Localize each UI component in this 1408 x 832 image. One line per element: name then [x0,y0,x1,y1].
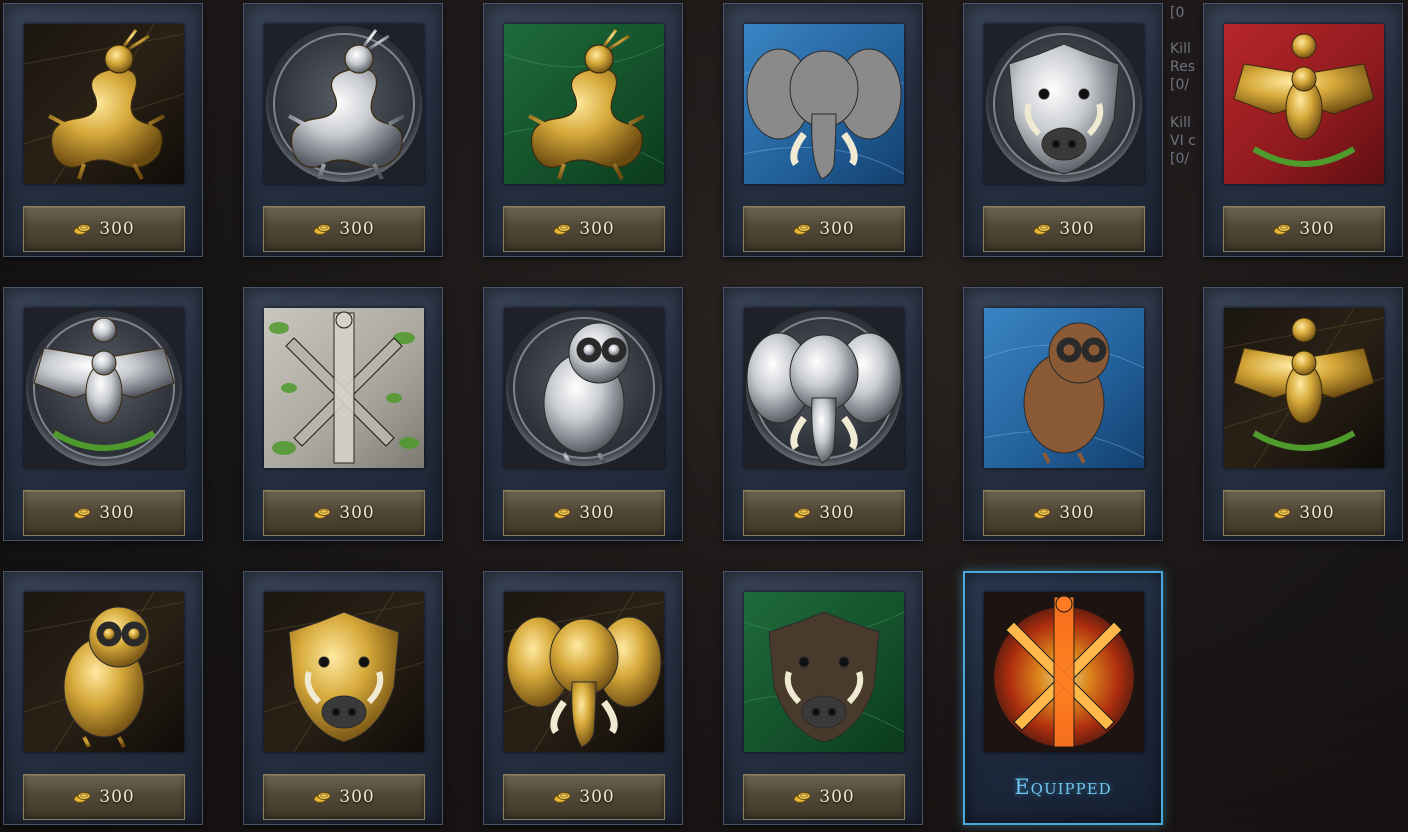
emblem-card-silver-boar[interactable]: 300 [963,3,1163,257]
buy-button[interactable]: 300 [503,206,665,252]
price-label: 300 [819,219,855,239]
silver-elephant-emblem-icon [744,308,904,468]
silver-boar-emblem-icon [984,24,1144,184]
equipped-label: Equipped [1014,775,1112,799]
gold-dragon-emblem-icon [24,24,184,184]
gold-coins-icon [1273,508,1291,519]
gold-coins-icon [73,792,91,803]
gold-coins-icon [313,792,331,803]
gold-coins-icon [1033,224,1051,235]
gold-coins-icon [1273,224,1291,235]
buy-button[interactable]: 300 [263,206,425,252]
price-label: 300 [579,787,615,807]
price-label: 300 [99,219,135,239]
gold-elephant-emblem-icon [504,592,664,752]
price-label: 300 [579,219,615,239]
buy-button[interactable]: 300 [23,206,185,252]
buy-button[interactable]: 300 [503,490,665,536]
emblem-card-elephant-on-sapphire[interactable]: 300 [723,3,923,257]
price-label: 300 [99,503,135,523]
gold-coins-icon [793,792,811,803]
buy-button[interactable]: 300 [983,206,1145,252]
gold-boar-emblem-icon [264,592,424,752]
gold-coins-icon [793,508,811,519]
buy-button[interactable]: 300 [263,490,425,536]
silver-eagle-emblem-icon [24,308,184,468]
emblem-card-stone-swords-in-ivy[interactable]: 300 [243,287,443,541]
elephant-on-sapphire-emblem-icon [744,24,904,184]
emblem-card-silver-owl[interactable]: 300 [483,287,683,541]
buy-button[interactable]: 300 [23,490,185,536]
emblem-grid: 300 300 300 300 300 300 300 300 300 300 … [0,0,1408,832]
buy-button[interactable]: 300 [743,774,905,820]
dragon-on-jade-emblem-icon [504,24,664,184]
buy-button[interactable]: 300 [1223,490,1385,536]
price-label: 300 [339,787,375,807]
gold-coins-icon [73,224,91,235]
gold-coins-icon [553,508,571,519]
buy-button[interactable]: 300 [743,206,905,252]
emblem-card-silver-eagle[interactable]: 300 [3,287,203,541]
buy-button[interactable]: 300 [983,490,1145,536]
price-label: 300 [1059,503,1095,523]
price-label: 300 [339,503,375,523]
price-label: 300 [819,787,855,807]
price-label: 300 [1299,503,1335,523]
emblem-card-gold-eagle-on-crimson[interactable]: 300 [1203,3,1403,257]
gold-coins-icon [553,792,571,803]
boar-on-jade-emblem-icon [744,592,904,752]
emblem-card-gold-owl-on-marble[interactable]: 300 [3,571,203,825]
price-label: 300 [99,787,135,807]
gold-coins-icon [793,224,811,235]
gold-coins-icon [313,224,331,235]
emblem-card-gold-elephant[interactable]: 300 [483,571,683,825]
gold-eagle-on-marble-emblem-icon [1224,308,1384,468]
buy-button[interactable]: 300 [503,774,665,820]
gold-coins-icon [1033,508,1051,519]
emblem-card-gold-dragon[interactable]: 300 [3,3,203,257]
silver-dragon-emblem-icon [264,24,424,184]
gold-owl-on-marble-emblem-icon [24,592,184,752]
price-label: 300 [819,503,855,523]
emblem-card-owl-on-sapphire[interactable]: 300 [963,287,1163,541]
emblem-card-boar-on-jade[interactable]: 300 [723,571,923,825]
emblem-card-gold-boar[interactable]: 300 [243,571,443,825]
flaming-swords-emblem-icon [984,592,1144,752]
stone-swords-in-ivy-emblem-icon [264,308,424,468]
emblem-card-silver-dragon[interactable]: 300 [243,3,443,257]
emblem-card-silver-elephant[interactable]: 300 [723,287,923,541]
emblem-card-dragon-on-jade[interactable]: 300 [483,3,683,257]
silver-owl-emblem-icon [504,308,664,468]
buy-button[interactable]: 300 [23,774,185,820]
emblem-card-gold-eagle-on-marble[interactable]: 300 [1203,287,1403,541]
buy-button[interactable]: 300 [263,774,425,820]
price-label: 300 [1059,219,1095,239]
gold-coins-icon [313,508,331,519]
emblem-card-flaming-swords[interactable]: Equipped [963,571,1163,825]
gold-eagle-on-crimson-emblem-icon [1224,24,1384,184]
buy-button[interactable]: 300 [743,490,905,536]
gold-coins-icon [73,508,91,519]
buy-button[interactable]: 300 [1223,206,1385,252]
price-label: 300 [339,219,375,239]
price-label: 300 [1299,219,1335,239]
price-label: 300 [579,503,615,523]
gold-coins-icon [553,224,571,235]
owl-on-sapphire-emblem-icon [984,308,1144,468]
